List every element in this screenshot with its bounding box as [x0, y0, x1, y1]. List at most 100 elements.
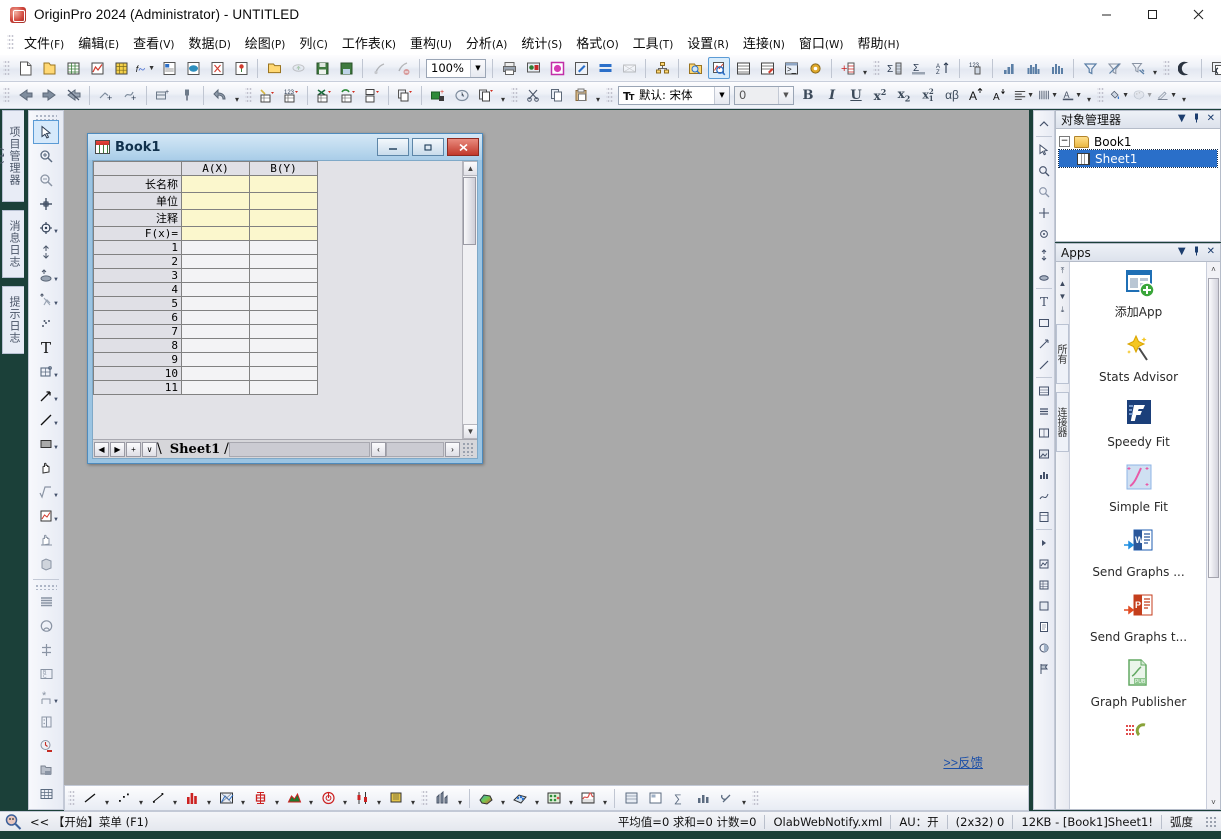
row-label-units[interactable]: 单位 [94, 193, 182, 210]
cell-a[interactable] [182, 311, 250, 325]
toolbar-gripper-2[interactable] [873, 59, 880, 77]
cell-comments-a[interactable] [182, 210, 250, 227]
image-plot-icon[interactable] [385, 787, 407, 809]
browse-data-icon[interactable] [684, 57, 706, 79]
close-button[interactable] [1175, 0, 1221, 29]
function-dropdown-arrow[interactable]: ▼ [148, 65, 155, 72]
layers-tool[interactable] [33, 590, 59, 614]
book1-minimize-button[interactable] [377, 138, 409, 156]
new-project-icon[interactable] [14, 57, 36, 79]
worksheet-grid[interactable]: A(X) B(Y) 长名称 单位 注释 [93, 161, 318, 395]
status-au[interactable]: AU：开 [891, 814, 946, 830]
plot-toolbar-gripper-2[interactable] [421, 789, 428, 807]
row-number[interactable]: 4 [94, 283, 182, 297]
back-arrow-icon[interactable] [14, 84, 36, 106]
book1-title-bar[interactable]: Book1 [88, 134, 482, 160]
clock-tool[interactable] [33, 734, 59, 758]
paste-special-icon[interactable]: + [427, 84, 449, 106]
asterisk-dropdown[interactable]: ▼ [53, 699, 59, 705]
new-graph-icon[interactable] [86, 57, 108, 79]
equation-tool[interactable]: ▼ [33, 480, 59, 504]
menu-edit[interactable]: 编辑(E) [71, 30, 126, 55]
cell-b[interactable] [250, 367, 318, 381]
data-selector-tool[interactable]: ▼ [33, 264, 59, 288]
hand-tool[interactable] [33, 528, 59, 552]
area-plot-icon[interactable] [215, 787, 237, 809]
layer-contents-icon[interactable]: + [152, 84, 174, 106]
app-item-simple-fit[interactable]: Simple Fit [1071, 463, 1206, 514]
scroll-down-button[interactable]: ▼ [463, 424, 478, 439]
equation-dropdown[interactable]: ▼ [53, 493, 59, 499]
box-chart-dropdown[interactable]: ▾ [272, 787, 282, 809]
refresh-table-icon[interactable] [337, 84, 359, 106]
save-project-icon[interactable] [311, 57, 333, 79]
command-window-icon[interactable]: >_ [780, 57, 802, 79]
slide-show-icon[interactable] [522, 57, 544, 79]
toolbar2-gripper-5[interactable] [1097, 86, 1104, 104]
annotate-icon[interactable] [570, 57, 592, 79]
resize-grip[interactable] [462, 442, 475, 456]
sheet-list-button[interactable]: ∨ [142, 442, 157, 457]
cell-a[interactable] [182, 241, 250, 255]
cell-fx-b[interactable] [250, 227, 318, 241]
tab-project-explorer[interactable]: 项目管理器 (1) [2, 110, 24, 202]
add-new-column-icon[interactable]: + [837, 57, 859, 79]
filter-apply-icon[interactable] [1127, 57, 1149, 79]
column-chart-icon[interactable] [1022, 57, 1044, 79]
menu-statistics[interactable]: 统计(S) [514, 30, 569, 55]
3d-surface-dropdown[interactable]: ▾ [498, 787, 508, 809]
line-spacing-button[interactable]: ▼ [1037, 84, 1059, 106]
row-number[interactable]: 8 [94, 339, 182, 353]
zoom-in-tool[interactable] [33, 144, 59, 168]
cell-a[interactable] [182, 339, 250, 353]
new-notes-icon[interactable] [182, 57, 204, 79]
line-symbol-icon[interactable] [147, 787, 169, 809]
fill-area-icon[interactable] [283, 787, 305, 809]
copy-table-icon[interactable] [394, 84, 416, 106]
data-selector-dropdown[interactable]: ▼ [53, 277, 59, 283]
new-workbook-icon[interactable] [62, 57, 84, 79]
plot-toolbar-gripper[interactable] [68, 789, 75, 807]
apps-scroll-up-button[interactable]: ▲ [1057, 277, 1069, 290]
scatter-tool[interactable] [33, 312, 59, 336]
toolbar2-overflow-chevron[interactable]: ▾ [232, 84, 242, 106]
book1-restore-button[interactable] [412, 138, 444, 156]
pan-tool[interactable] [33, 456, 59, 480]
horizontal-scroll-track[interactable] [386, 442, 444, 457]
excel-export-icon[interactable] [313, 84, 335, 106]
line-symbol-dropdown[interactable]: ▾ [170, 787, 180, 809]
cut-icon[interactable] [522, 84, 544, 106]
row-number[interactable]: 9 [94, 353, 182, 367]
hscroll-right-button[interactable]: › [445, 442, 460, 457]
feedback-link[interactable]: >>反馈 [943, 752, 983, 771]
apps-scroll-bottom-button[interactable]: ⤓ [1057, 303, 1069, 316]
copy-window-icon[interactable] [1207, 57, 1221, 79]
stock-chart-icon[interactable] [351, 787, 373, 809]
menu-column[interactable]: 列(C) [292, 30, 335, 55]
subscript-button[interactable]: x2 [893, 84, 915, 106]
graph-tool[interactable]: ▼ [33, 504, 59, 528]
new-image-icon[interactable] [230, 57, 252, 79]
sheet-add-button[interactable]: + [126, 442, 141, 457]
menu-view[interactable]: 查看(V) [126, 30, 181, 55]
add-data-icon[interactable]: + [95, 84, 117, 106]
palette-button[interactable]: ▼ [1132, 84, 1154, 106]
bold-button[interactable]: B [797, 84, 819, 106]
apps-list[interactable]: 添加App Stats Advisor [1071, 262, 1206, 809]
text-tool[interactable]: T [33, 336, 59, 360]
new-layout-icon[interactable] [158, 57, 180, 79]
rect-dropdown[interactable]: ▼ [53, 445, 59, 451]
bar-chart-icon[interactable] [998, 57, 1020, 79]
forward-arrow-icon[interactable] [38, 84, 60, 106]
cell-b[interactable] [250, 353, 318, 367]
apps-close-icon[interactable]: ✕ [1207, 246, 1215, 259]
app-item-partial[interactable] [1071, 723, 1206, 737]
line-tool[interactable]: ▼ [33, 408, 59, 432]
histogram-icon[interactable] [1046, 57, 1068, 79]
apps-dropdown-icon[interactable]: ▼ [1178, 246, 1186, 259]
matrix-image-icon[interactable] [620, 787, 642, 809]
data-reader-icon[interactable] [708, 57, 730, 79]
expander-icon[interactable]: − [1059, 136, 1070, 147]
tab-hint-log[interactable]: 提示日志 [2, 286, 24, 354]
add-function-icon[interactable]: + [119, 84, 141, 106]
